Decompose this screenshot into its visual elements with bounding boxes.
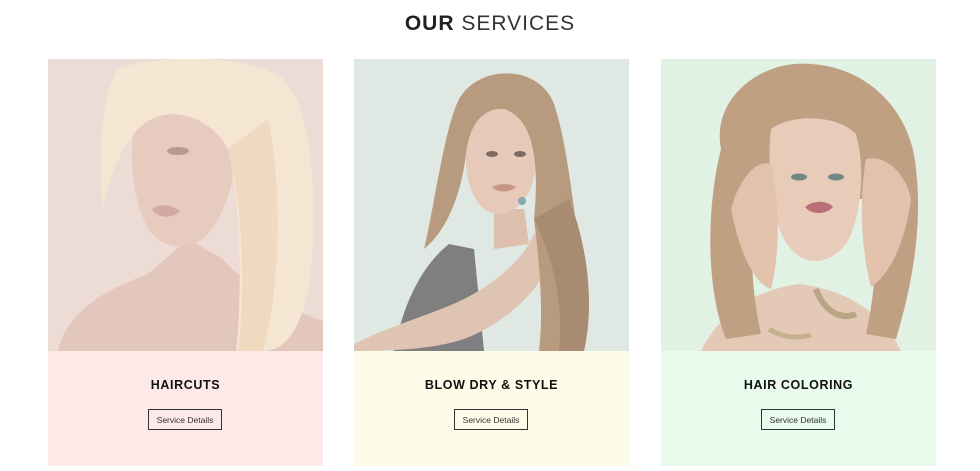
section-title-light: SERVICES bbox=[461, 12, 576, 35]
service-title: HAIRCUTS bbox=[150, 378, 221, 392]
hair-coloring-panel: HAIR COLORING Service Details bbox=[661, 351, 936, 466]
service-details-button[interactable]: Service Details bbox=[761, 409, 835, 430]
service-title: HAIR COLORING bbox=[743, 378, 854, 392]
blow-dry-style-photo bbox=[354, 59, 629, 351]
haircuts-photo bbox=[48, 59, 323, 351]
section-title-bold: OUR bbox=[404, 12, 455, 35]
service-card-blow-dry-style[interactable]: BLOW DRY & STYLE Service Details bbox=[354, 59, 629, 466]
service-card-hair-coloring[interactable]: HAIR COLORING Service Details bbox=[661, 59, 936, 466]
section-title: OUR SERVICES bbox=[0, 12, 980, 36]
service-details-button[interactable]: Service Details bbox=[148, 409, 222, 430]
hair-coloring-photo bbox=[661, 59, 936, 351]
service-details-button[interactable]: Service Details bbox=[454, 409, 528, 430]
haircuts-panel: HAIRCUTS Service Details bbox=[48, 351, 323, 466]
blow-dry-style-panel: BLOW DRY & STYLE Service Details bbox=[354, 351, 629, 466]
service-title: BLOW DRY & STYLE bbox=[424, 378, 559, 392]
service-card-haircuts[interactable]: HAIRCUTS Service Details bbox=[48, 59, 323, 466]
